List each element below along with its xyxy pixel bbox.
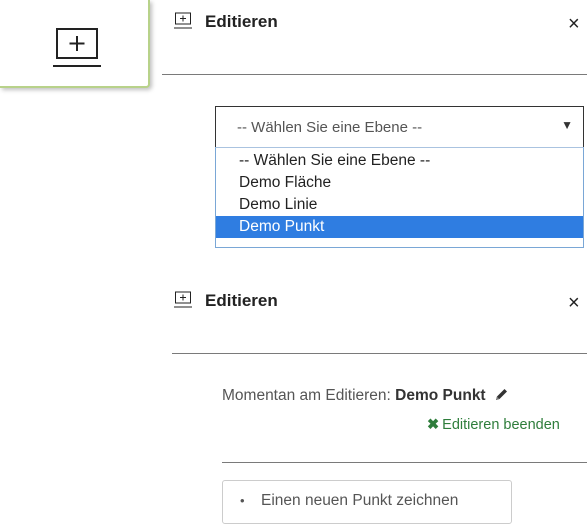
layer-select-value: -- Wählen Sie eine Ebene -- bbox=[237, 119, 423, 136]
end-editing-link[interactable]: ✖ Editieren beenden bbox=[427, 417, 560, 433]
divider bbox=[222, 462, 587, 463]
layer-option[interactable]: -- Wählen Sie eine Ebene -- bbox=[216, 150, 583, 172]
pencil-icon[interactable] bbox=[494, 387, 509, 402]
editing-status-label: Momentan am Editieren: bbox=[222, 387, 391, 404]
add-square-icon bbox=[174, 12, 192, 29]
layer-option[interactable]: Demo Linie bbox=[216, 194, 583, 216]
add-square-icon bbox=[174, 291, 192, 308]
divider bbox=[172, 353, 587, 354]
edit-tool-button[interactable] bbox=[0, 0, 150, 88]
close-icon[interactable]: × bbox=[568, 14, 580, 34]
add-square-icon bbox=[53, 28, 101, 67]
panel-title: Editieren bbox=[205, 12, 278, 31]
editing-layer-name: Demo Punkt bbox=[395, 387, 486, 404]
draw-new-point-button[interactable]: • Einen neuen Punkt zeichnen bbox=[222, 480, 512, 524]
end-editing-label: Editieren beenden bbox=[442, 417, 560, 433]
draw-new-point-label: Einen neuen Punkt zeichnen bbox=[261, 492, 459, 509]
layer-option[interactable]: Demo Fläche bbox=[216, 172, 583, 194]
layer-select[interactable]: -- Wählen Sie eine Ebene -- ▼ bbox=[215, 106, 584, 148]
editing-status: Momentan am Editieren: Demo Punkt bbox=[222, 387, 509, 405]
layer-dropdown-list: -- Wählen Sie eine Ebene -- Demo Fläche … bbox=[215, 147, 584, 248]
panel-title: Editieren bbox=[205, 291, 278, 310]
x-icon: ✖ bbox=[427, 417, 440, 433]
layer-option-highlighted[interactable]: Demo Punkt bbox=[216, 216, 583, 238]
close-icon[interactable]: × bbox=[568, 293, 580, 313]
bullet-icon: • bbox=[240, 493, 245, 508]
chevron-down-icon: ▼ bbox=[561, 118, 573, 132]
divider bbox=[162, 74, 587, 75]
